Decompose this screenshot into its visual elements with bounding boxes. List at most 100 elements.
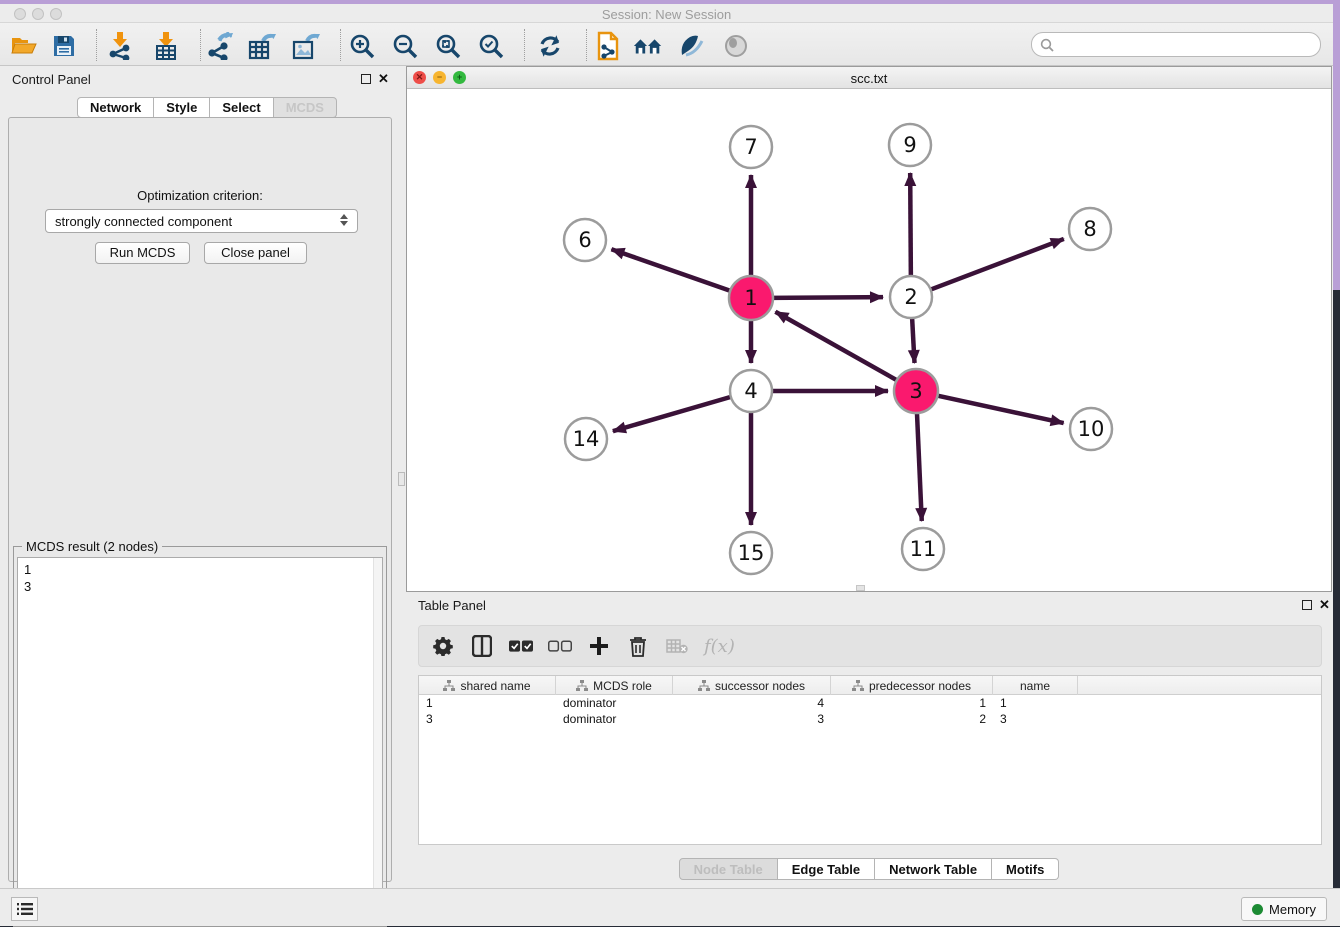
tab-select[interactable]: Select — [210, 97, 273, 118]
toolbar-separator — [200, 29, 201, 61]
table-row[interactable]: 3 dominator 3 2 3 — [419, 711, 1321, 727]
tab-mcds[interactable]: MCDS — [274, 97, 337, 118]
hierarchy-icon — [852, 680, 864, 691]
title-bar: Session: New Session — [0, 4, 1333, 23]
tab-motifs[interactable]: Motifs — [992, 858, 1059, 880]
column-header-predecessor-nodes[interactable]: predecessor nodes — [831, 676, 993, 695]
close-panel-button[interactable]: Close panel — [204, 242, 307, 264]
toolbar-separator — [524, 29, 525, 61]
svg-text:7: 7 — [744, 135, 757, 159]
run-mcds-button[interactable]: Run MCDS — [95, 242, 190, 264]
optimization-criterion-label: Optimization criterion: — [9, 188, 391, 203]
tab-edge-table[interactable]: Edge Table — [778, 858, 875, 880]
graph-edge-1-2[interactable] — [772, 297, 883, 298]
tab-network-table[interactable]: Network Table — [875, 858, 992, 880]
svg-text:4: 4 — [744, 379, 757, 403]
graph-node-14[interactable]: 14 — [565, 418, 607, 460]
graph-node-3[interactable]: 3 — [894, 369, 938, 413]
graph-edge-3-10[interactable] — [937, 395, 1064, 423]
apply-layout-icon[interactable] — [534, 31, 566, 61]
toggle-column-view-icon[interactable] — [470, 634, 494, 658]
graph-edge-3-1[interactable] — [775, 312, 897, 381]
cell-successor-nodes: 3 — [673, 711, 831, 727]
optimization-criterion-select[interactable]: strongly connected component — [45, 209, 358, 233]
table-panel-title: Table Panel — [418, 598, 486, 613]
graph-node-6[interactable]: 6 — [564, 219, 606, 261]
graph-edge-1-6[interactable] — [611, 249, 731, 291]
svg-text:8: 8 — [1083, 217, 1096, 241]
graph-node-10[interactable]: 10 — [1070, 408, 1112, 450]
graphics-details-icon[interactable] — [676, 31, 708, 61]
graph-node-2[interactable]: 2 — [890, 276, 932, 318]
svg-text:3: 3 — [909, 379, 922, 403]
tab-network[interactable]: Network — [77, 97, 154, 118]
import-network-icon[interactable] — [104, 31, 136, 61]
splitter-grip-horizontal[interactable] — [856, 585, 865, 591]
control-panel-title: Control Panel — [12, 72, 91, 87]
control-panel-tabs: Network Style Select MCDS — [77, 97, 337, 118]
import-table-icon[interactable] — [150, 31, 182, 61]
graph-node-8[interactable]: 8 — [1069, 208, 1111, 250]
delete-column-trash-icon[interactable] — [626, 634, 650, 658]
memory-button[interactable]: Memory — [1241, 897, 1327, 921]
mcds-panel: Optimization criterion: strongly connect… — [8, 117, 392, 882]
clone-network-icon[interactable] — [592, 31, 624, 61]
tab-style[interactable]: Style — [154, 97, 210, 118]
graph-edge-4-14[interactable] — [613, 397, 731, 431]
birdseye-view-icon[interactable] — [720, 31, 752, 61]
graph-edge-2-8[interactable] — [931, 239, 1064, 290]
hierarchy-icon — [698, 680, 710, 691]
network-manager-icon[interactable] — [632, 31, 664, 61]
graph-node-4[interactable]: 4 — [730, 370, 772, 412]
zoom-fit-icon[interactable] — [432, 31, 464, 61]
graph-edge-2-3[interactable] — [912, 318, 914, 363]
application-window: Session: New Session — [0, 0, 1333, 926]
open-file-icon[interactable] — [8, 31, 40, 61]
splitter-grip-vertical[interactable] — [398, 472, 405, 486]
function-builder-icon: f(x) — [704, 636, 735, 657]
result-scrollbar[interactable] — [373, 558, 382, 922]
window-focus-border-right — [1333, 0, 1340, 290]
search-input[interactable] — [1054, 35, 1320, 55]
graph-node-7[interactable]: 7 — [730, 126, 772, 168]
zoom-in-icon[interactable] — [346, 31, 378, 61]
column-header-successor-nodes[interactable]: successor nodes — [673, 676, 831, 695]
deselect-all-columns-icon[interactable] — [548, 634, 572, 658]
close-panel-icon[interactable]: ✕ — [378, 71, 389, 87]
select-all-columns-icon[interactable] — [509, 634, 533, 658]
cell-predecessor-nodes: 2 — [831, 711, 993, 727]
graph-node-11[interactable]: 11 — [902, 528, 944, 570]
zoom-out-icon[interactable] — [389, 31, 421, 61]
cell-name: 1 — [993, 695, 1078, 711]
column-header-shared-name[interactable]: shared name — [419, 676, 556, 695]
task-history-button[interactable] — [11, 897, 38, 921]
svg-text:2: 2 — [904, 285, 917, 309]
svg-text:14: 14 — [573, 427, 600, 451]
cell-shared-name: 1 — [419, 695, 556, 711]
graph-node-15[interactable]: 15 — [730, 532, 772, 574]
float-panel-icon[interactable] — [361, 74, 371, 84]
table-header-row: shared name MCDS role successor nodes pr… — [419, 676, 1321, 695]
graph-node-1[interactable]: 1 — [729, 276, 773, 320]
svg-text:1: 1 — [744, 286, 757, 310]
graph-node-9[interactable]: 9 — [889, 124, 931, 166]
graph-edge-3-11[interactable] — [917, 412, 922, 521]
network-canvas[interactable]: 7 9 6 8 1 2 4 3 14 10 15 11 — [407, 89, 1331, 591]
export-table-icon[interactable] — [246, 31, 278, 61]
export-network-icon[interactable] — [204, 31, 236, 61]
close-table-panel-icon[interactable]: ✕ — [1319, 597, 1330, 613]
table-row[interactable]: 1 dominator 4 1 1 — [419, 695, 1321, 711]
window-focus-border — [0, 0, 1340, 4]
save-session-icon[interactable] — [48, 31, 80, 61]
table-settings-gear-icon[interactable] — [431, 634, 455, 658]
mcds-result-text[interactable]: 1 3 — [17, 557, 383, 923]
cell-successor-nodes: 4 — [673, 695, 831, 711]
tab-node-table[interactable]: Node Table — [679, 858, 778, 880]
column-header-name[interactable]: name — [993, 676, 1078, 695]
column-header-mcds-role[interactable]: MCDS role — [556, 676, 673, 695]
graph-edge-2-9[interactable] — [910, 173, 911, 276]
create-column-icon[interactable] — [587, 634, 611, 658]
export-image-icon[interactable] — [290, 31, 322, 61]
float-table-panel-icon[interactable] — [1302, 600, 1312, 610]
zoom-selected-icon[interactable] — [475, 31, 507, 61]
